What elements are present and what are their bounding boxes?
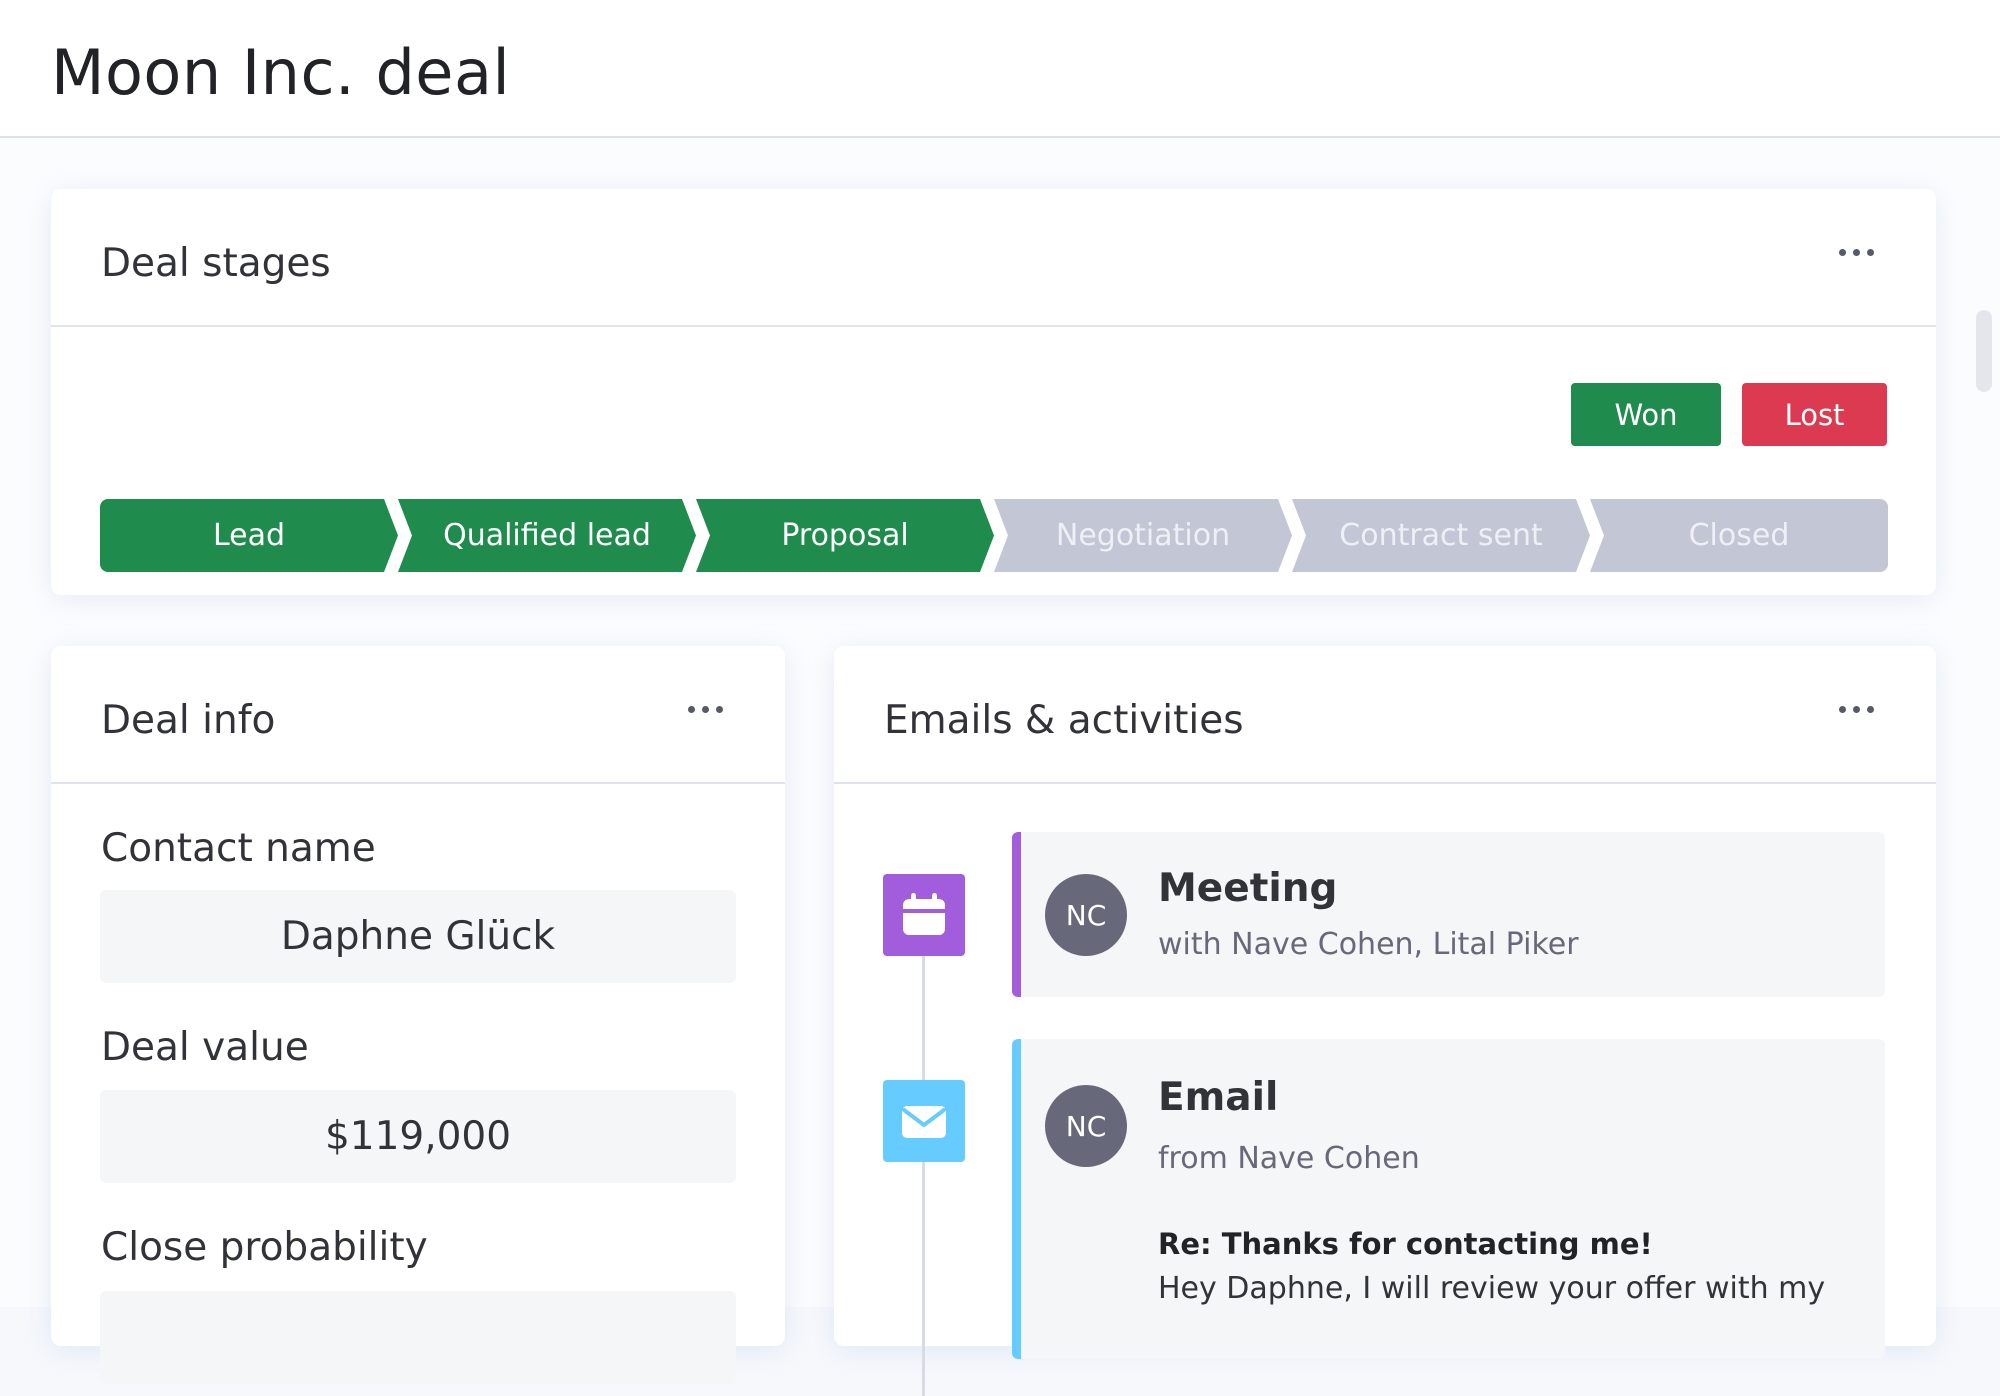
stage-contract-sent[interactable]: Contract sent: [1292, 499, 1590, 572]
deal-value-label: Deal value: [101, 1025, 309, 1070]
stage-qualified-lead[interactable]: Qualified lead: [398, 499, 696, 572]
deal-stages-card: Deal stages Won Lost Lead Qualified lead…: [51, 189, 1936, 595]
calendar-icon: [883, 874, 965, 956]
lost-button[interactable]: Lost: [1742, 383, 1887, 446]
close-probability-label: Close probability: [101, 1225, 428, 1270]
contact-name-field[interactable]: Daphne Glück: [100, 890, 736, 983]
email-subject: Re: Thanks for contacting me!: [1158, 1227, 1653, 1261]
deal-value-field[interactable]: $119,000: [100, 1090, 736, 1183]
stage-progress-bar: Lead Qualified lead Proposal Negotiation…: [100, 499, 1888, 572]
activity-accent: [1012, 1039, 1021, 1359]
avatar: NC: [1045, 874, 1127, 956]
activity-email[interactable]: NC Email from Nave Cohen Re: Thanks for …: [1012, 1039, 1885, 1359]
deal-info-title: Deal info: [101, 698, 276, 743]
activity-subtitle: from Nave Cohen: [1158, 1141, 1420, 1176]
activities-more-icon[interactable]: [1839, 706, 1874, 713]
activity-meeting[interactable]: NC Meeting with Nave Cohen, Lital Piker: [1012, 832, 1885, 997]
activities-header: Emails & activities: [834, 646, 1936, 784]
close-probability-field[interactable]: [100, 1291, 736, 1384]
avatar: NC: [1045, 1085, 1127, 1167]
email-preview: Hey Daphne, I will review your offer wit…: [1158, 1271, 1826, 1306]
page-title: Moon Inc. deal: [51, 36, 511, 109]
scrollbar-thumb[interactable]: [1976, 310, 1992, 392]
activities-card: Emails & activities NC Meeting with Nave…: [834, 646, 1936, 1396]
activity-title: Email: [1158, 1075, 1279, 1120]
activity-subtitle: with Nave Cohen, Lital Piker: [1158, 927, 1579, 962]
envelope-icon: [883, 1080, 965, 1162]
stage-proposal[interactable]: Proposal: [696, 499, 994, 572]
won-button[interactable]: Won: [1571, 383, 1721, 446]
activity-accent: [1012, 832, 1021, 997]
deal-stages-title: Deal stages: [101, 241, 331, 286]
deal-info-more-icon[interactable]: [688, 706, 723, 713]
deal-stages-more-icon[interactable]: [1839, 249, 1874, 256]
stage-negotiation[interactable]: Negotiation: [994, 499, 1292, 572]
deal-stages-header: Deal stages: [51, 189, 1936, 327]
stage-closed[interactable]: Closed: [1590, 499, 1888, 572]
deal-info-header: Deal info: [51, 646, 785, 784]
activities-title: Emails & activities: [884, 698, 1244, 743]
deal-info-card: Deal info Contact name Daphne Glück Deal…: [51, 646, 785, 1384]
page-header: Moon Inc. deal: [0, 0, 2000, 138]
activity-title: Meeting: [1158, 866, 1338, 911]
contact-name-label: Contact name: [101, 826, 376, 871]
stage-lead[interactable]: Lead: [100, 499, 398, 572]
